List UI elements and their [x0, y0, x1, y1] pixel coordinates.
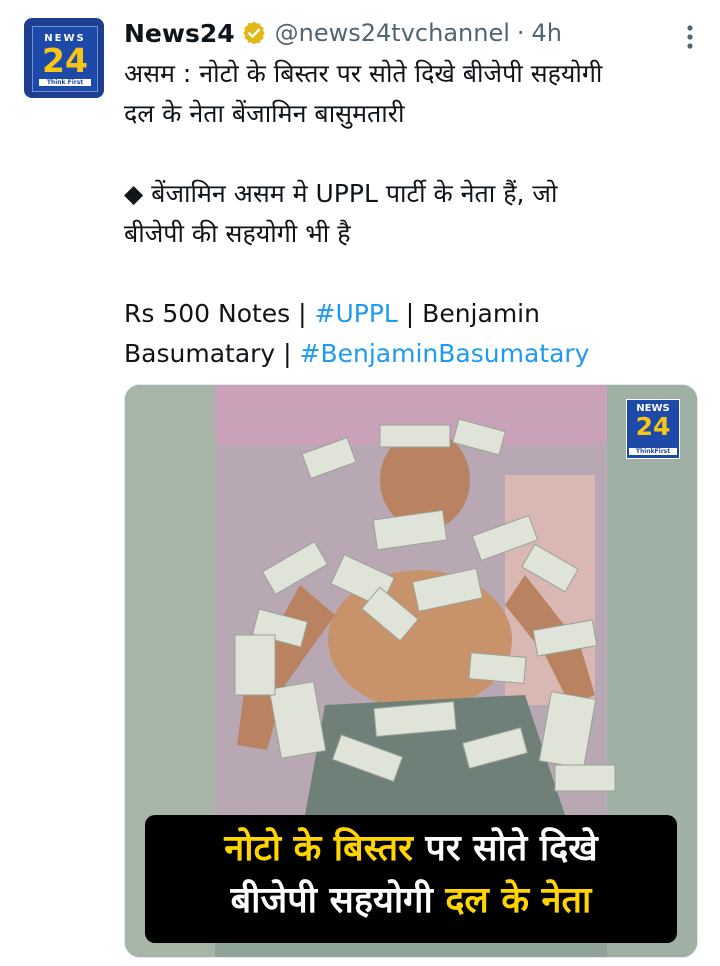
separator-dot: ·	[516, 19, 525, 47]
tweet-text-line: बीजेपी की सहयोगी भी है	[124, 219, 351, 248]
hashtag-benjaminbasumatary-link[interactable]: #BenjaminBasumatary	[300, 339, 590, 368]
tweet-text: असम : नोटो के बिस्तर पर सोते दिखे बीजेपी…	[124, 54, 684, 374]
text-fragment: Basumatary |	[124, 339, 300, 368]
text-fragment: Rs 500 Notes |	[124, 299, 315, 328]
image-caption-banner: नोटो के बिस्तर पर सोते दिखे बीजेपी सहयोग…	[145, 815, 677, 943]
verified-badge-icon	[242, 21, 265, 45]
logo-tagline: Think First	[39, 79, 91, 86]
tweet-media-image[interactable]: NEWS 24 ThinkFirst नोटो के बिस्तर पर सोत…	[124, 384, 698, 958]
tweet-text-line: Basumatary | #BenjaminBasumatary	[124, 334, 684, 374]
logo-24-text: 24	[42, 41, 88, 80]
avatar[interactable]: NEWS 24 Think First	[24, 18, 104, 98]
author-name[interactable]: News24	[124, 19, 235, 48]
tweet-header: News24 @news24tvchannel · 4h	[124, 16, 562, 50]
text-fragment: | Benjamin	[397, 299, 540, 328]
news24-watermark: NEWS 24 ThinkFirst	[626, 399, 680, 459]
tweet-text-line: ◆ बेंजामिन असम मे UPPL पार्टी के नेता है…	[124, 179, 558, 208]
caption-highlight: नोटो के बिस्तर	[224, 828, 413, 869]
timestamp[interactable]: 4h	[532, 19, 562, 47]
caption-line: नोटो के बिस्तर पर सोते दिखे	[145, 815, 677, 873]
author-handle[interactable]: @news24tvchannel	[275, 19, 510, 47]
caption-line: बीजेपी सहयोगी दल के नेता	[145, 873, 677, 925]
hashtag-uppl-link[interactable]: #UPPL	[315, 299, 398, 328]
caption-text: बीजेपी सहयोगी	[230, 880, 446, 921]
watermark-24-text: 24	[635, 412, 671, 441]
caption-highlight: दल के नेता	[445, 880, 592, 921]
tweet-text-line: Rs 500 Notes | #UPPL | Benjamin	[124, 294, 684, 334]
tweet-text-line: दल के नेता बेंजामिन बासुमतारी	[124, 99, 405, 128]
tweet-text-line: असम : नोटो के बिस्तर पर सोते दिखे बीजेपी…	[124, 59, 603, 88]
news24-logo: NEWS 24 Think First	[32, 26, 98, 92]
watermark-tagline: ThinkFirst	[629, 448, 677, 455]
more-options-icon[interactable]	[686, 24, 694, 50]
caption-text: पर सोते दिखे	[412, 828, 598, 869]
